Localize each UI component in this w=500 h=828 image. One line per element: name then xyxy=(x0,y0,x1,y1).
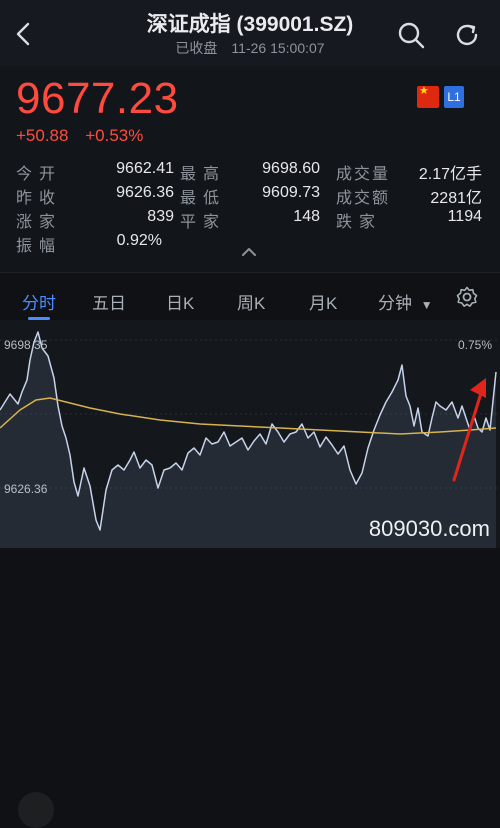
stat-label: 最低 xyxy=(180,190,227,207)
watermark: 809030.com xyxy=(368,516,490,541)
search-icon[interactable] xyxy=(396,20,426,50)
quote-panel: 9677.23 +50.88 +0.53% L1 今开 9662.41 最高 9… xyxy=(0,66,500,272)
stat-value: 9662.41 xyxy=(116,160,174,177)
tab-minute-label: 分钟 xyxy=(378,294,412,313)
caret-down-icon: ▼ xyxy=(420,298,433,312)
last-price: 9677.23 xyxy=(16,74,179,123)
chart-svg xyxy=(0,320,500,548)
chart-top-right-label: 0.75% xyxy=(457,338,492,352)
stat-label: 跌家 xyxy=(336,214,383,231)
stat-label: 振幅 xyxy=(16,238,63,255)
price-change: +50.88 +0.53% xyxy=(16,126,155,146)
stat-label: 平家 xyxy=(180,214,227,231)
intraday-chart: 9698.35 0.75% 9626.36 809030.com xyxy=(0,320,500,828)
tab-monthly-k[interactable]: 月K xyxy=(309,289,337,314)
stats-grid: 今开 9662.41 最高 9698.60 成交量 2.17亿手 昨收 9626… xyxy=(16,160,486,256)
change-percent: +0.53% xyxy=(85,126,144,145)
stat-label: 涨家 xyxy=(16,214,63,231)
stat-label: 今开 xyxy=(16,166,63,183)
stat-value: 2281亿 xyxy=(430,190,482,207)
chart-top-left-label: 9698.35 xyxy=(4,338,48,352)
refresh-icon[interactable] xyxy=(452,20,482,50)
stat-value: 1194 xyxy=(447,208,482,225)
tab-five-day[interactable]: 五日 xyxy=(92,289,126,314)
stat-label: 最高 xyxy=(180,166,227,183)
tab-daily-k[interactable]: 日K xyxy=(166,289,194,314)
stat-label: 昨收 xyxy=(16,190,63,207)
chevron-up-icon[interactable] xyxy=(240,246,258,258)
settings-icon[interactable] xyxy=(456,286,478,308)
stat-value: 9626.36 xyxy=(116,184,174,201)
stat-label: 成交额 xyxy=(336,190,391,207)
level-badge[interactable]: L1 xyxy=(444,86,464,108)
chart-prev-button[interactable] xyxy=(18,792,54,828)
stat-value: 0.92% xyxy=(116,232,162,249)
change-value: +50.88 xyxy=(16,126,69,145)
tab-intraday[interactable]: 分时 xyxy=(22,289,56,314)
stat-value: 9609.73 xyxy=(262,184,320,201)
stats-row: 今开 9662.41 最高 9698.60 成交量 2.17亿手 xyxy=(16,160,486,184)
stat-value: 148 xyxy=(293,208,320,225)
stats-row: 涨家 839 平家 148 跌家 1194 xyxy=(16,208,486,232)
stat-value: 2.17亿手 xyxy=(418,166,482,183)
stat-label: 成交量 xyxy=(336,166,391,183)
period-tabs: 分时 五日 日K 周K 月K 分钟 ▼ xyxy=(0,272,500,321)
top-bar: 深证成指 (399001.SZ) 已收盘 11-26 15:00:07 xyxy=(0,0,500,66)
stats-row: 昨收 9626.36 最低 9609.73 成交额 2281亿 xyxy=(16,184,486,208)
stat-value: 9698.60 xyxy=(262,160,320,177)
tab-minute[interactable]: 分钟 ▼ xyxy=(378,289,433,314)
stat-value: 839 xyxy=(147,208,174,225)
chart-bottom-left-label: 9626.36 xyxy=(4,482,48,496)
china-flag-icon xyxy=(417,84,439,108)
tab-weekly-k[interactable]: 周K xyxy=(237,289,265,314)
